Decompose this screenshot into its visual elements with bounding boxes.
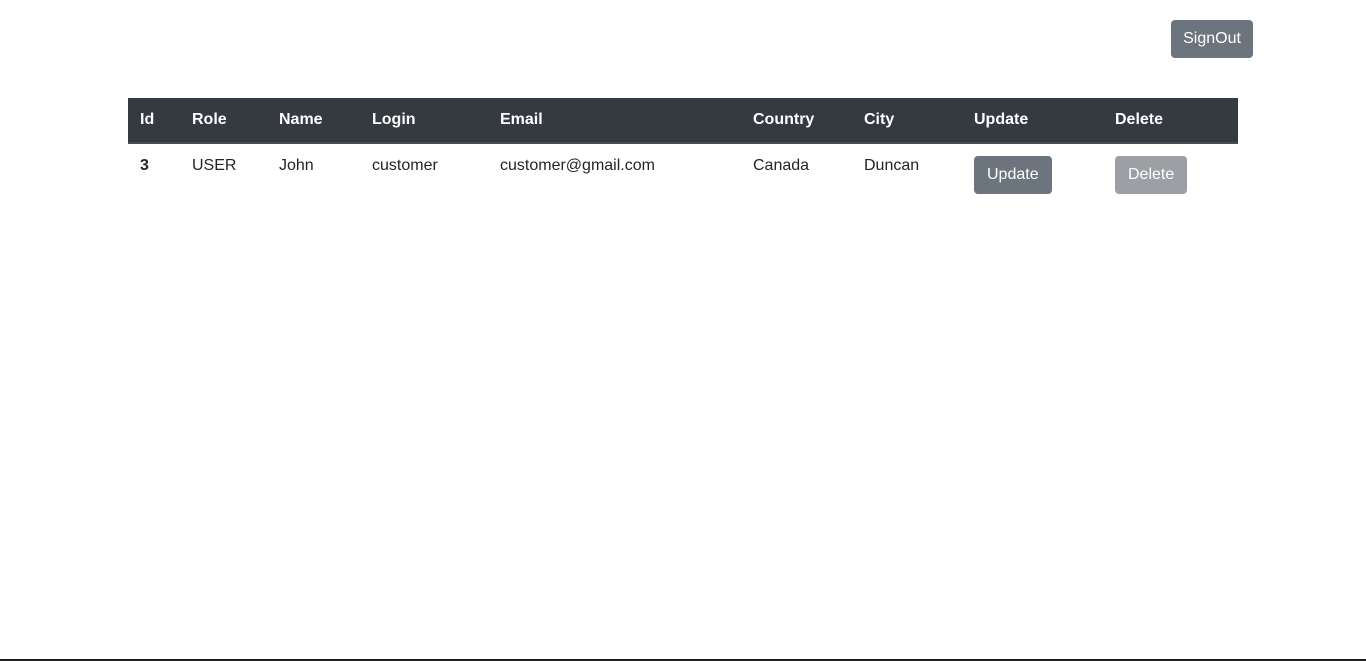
cell-city: Duncan (864, 157, 920, 174)
column-header-email: Email (488, 98, 741, 144)
table-header-row: Id Role Name Login Email Country City Up… (128, 98, 1238, 144)
table-body: 3 USER John customer customer@gmail.com … (128, 143, 1238, 200)
column-header-update: Update (962, 98, 1103, 144)
cell-delete: Delete (1103, 143, 1238, 200)
cell-update: Update (962, 143, 1103, 200)
table-row: 3 USER John customer customer@gmail.com … (128, 143, 1238, 200)
column-header-country: Country (741, 98, 852, 144)
column-header-city: City (852, 98, 962, 144)
delete-button[interactable]: Delete (1115, 156, 1188, 194)
signout-button[interactable]: SignOut (1171, 20, 1253, 58)
table-header: Id Role Name Login Email Country City Up… (128, 98, 1238, 144)
cell-country: Canada (753, 157, 810, 174)
column-header-role: Role (180, 98, 267, 144)
cell-login: customer (372, 157, 438, 174)
cell-email: customer@gmail.com (500, 157, 655, 174)
page: SignOut Id Role Name Login Email Country… (0, 0, 1366, 661)
cell-role: USER (192, 157, 237, 174)
column-header-name: Name (267, 98, 360, 144)
cell-name: John (279, 157, 314, 174)
column-header-id: Id (128, 98, 180, 144)
column-header-login: Login (360, 98, 488, 144)
users-table: Id Role Name Login Email Country City Up… (128, 98, 1238, 200)
update-button[interactable]: Update (974, 156, 1052, 194)
cell-id: 3 (140, 157, 149, 174)
column-header-delete: Delete (1103, 98, 1238, 144)
